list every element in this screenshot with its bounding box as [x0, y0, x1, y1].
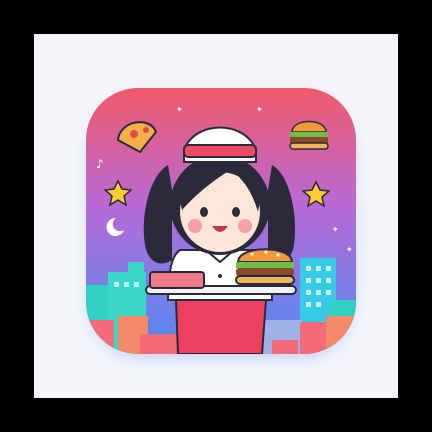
food-box [149, 271, 205, 289]
burger-icon [289, 120, 329, 150]
sparkle-icon: ✦ [256, 105, 263, 114]
pants [174, 299, 268, 354]
left-eye [200, 207, 208, 217]
sparkle-icon: ✦ [346, 245, 353, 254]
music-note-icon: ♪ [96, 157, 104, 171]
right-eye [232, 207, 240, 217]
sparkle-icon: ✦ [332, 225, 339, 234]
burger-on-tray [235, 248, 295, 285]
app-icon-artwork: ♪ ✦ ✦ ✦ ✦ [86, 88, 356, 358]
sparkle-icon: ✦ [176, 105, 183, 114]
